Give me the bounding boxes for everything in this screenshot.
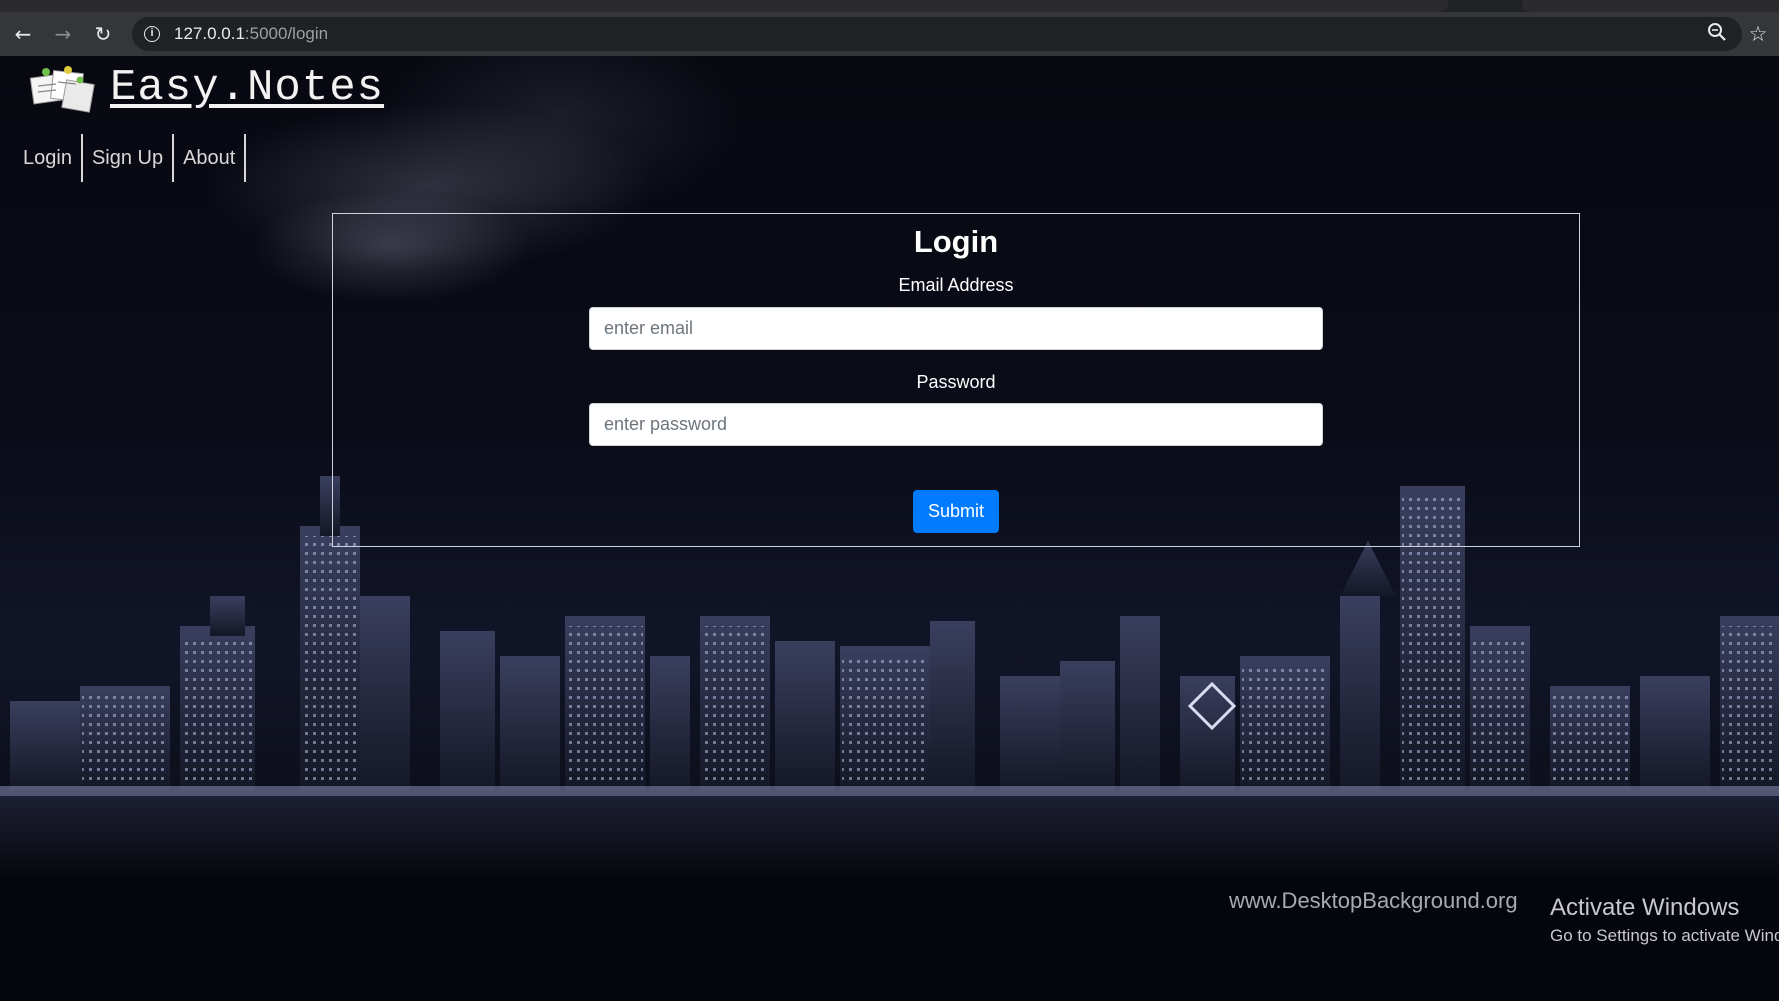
- nav-link-sign-up[interactable]: Sign Up: [83, 134, 175, 182]
- password-label: Password: [916, 372, 996, 392]
- tab-strip-left: [0, 0, 1448, 12]
- activate-windows-notice: Activate Windows Go to Settings to activ…: [1550, 894, 1779, 948]
- activate-windows-title: Activate Windows: [1550, 894, 1740, 921]
- url-text[interactable]: 127.0.0.1:5000/login: [174, 25, 328, 43]
- forward-button[interactable]: →: [49, 20, 77, 48]
- email-label: Email Address: [898, 275, 1014, 295]
- login-form: Login Email Address Password Submit: [332, 213, 1580, 547]
- url-path: :5000/login: [244, 24, 329, 43]
- reload-button[interactable]: ↻: [89, 20, 117, 48]
- background-watermark: www.DesktopBackground.org: [1229, 888, 1518, 913]
- email-field[interactable]: [589, 307, 1323, 350]
- activate-windows-subtitle: Go to Settings to activate Windows.: [1550, 926, 1779, 945]
- main-nav: Login Sign Up About: [14, 134, 247, 182]
- url-host: 127.0.0.1: [174, 24, 245, 43]
- zoom-icon[interactable]: [1705, 22, 1729, 46]
- login-title: Login: [913, 224, 999, 259]
- tab-strip-right: [1522, 0, 1779, 12]
- back-button[interactable]: ←: [9, 20, 37, 48]
- password-field[interactable]: [589, 403, 1323, 446]
- reload-icon: ↻: [94, 22, 112, 46]
- nav-link-about[interactable]: About: [174, 134, 247, 182]
- sticky-notes-logo: [29, 62, 96, 114]
- brand[interactable]: Easy.Notes: [29, 62, 384, 114]
- page: Easy.Notes Login Sign Up About Login Ema…: [0, 56, 1779, 1001]
- nav-link-login[interactable]: Login: [14, 134, 83, 182]
- info-icon[interactable]: i: [144, 26, 160, 42]
- browser-tab-strip: [0, 0, 1779, 12]
- brand-title[interactable]: Easy.Notes: [110, 63, 384, 113]
- arrow-right-icon: →: [54, 22, 72, 46]
- browser-toolbar: ← → ↻ i 127.0.0.1:5000/login ☆: [0, 12, 1779, 56]
- star-icon[interactable]: ☆: [1744, 20, 1772, 48]
- address-bar[interactable]: i 127.0.0.1:5000/login: [132, 17, 1742, 51]
- submit-button[interactable]: Submit: [913, 490, 999, 533]
- arrow-left-icon: ←: [14, 22, 32, 46]
